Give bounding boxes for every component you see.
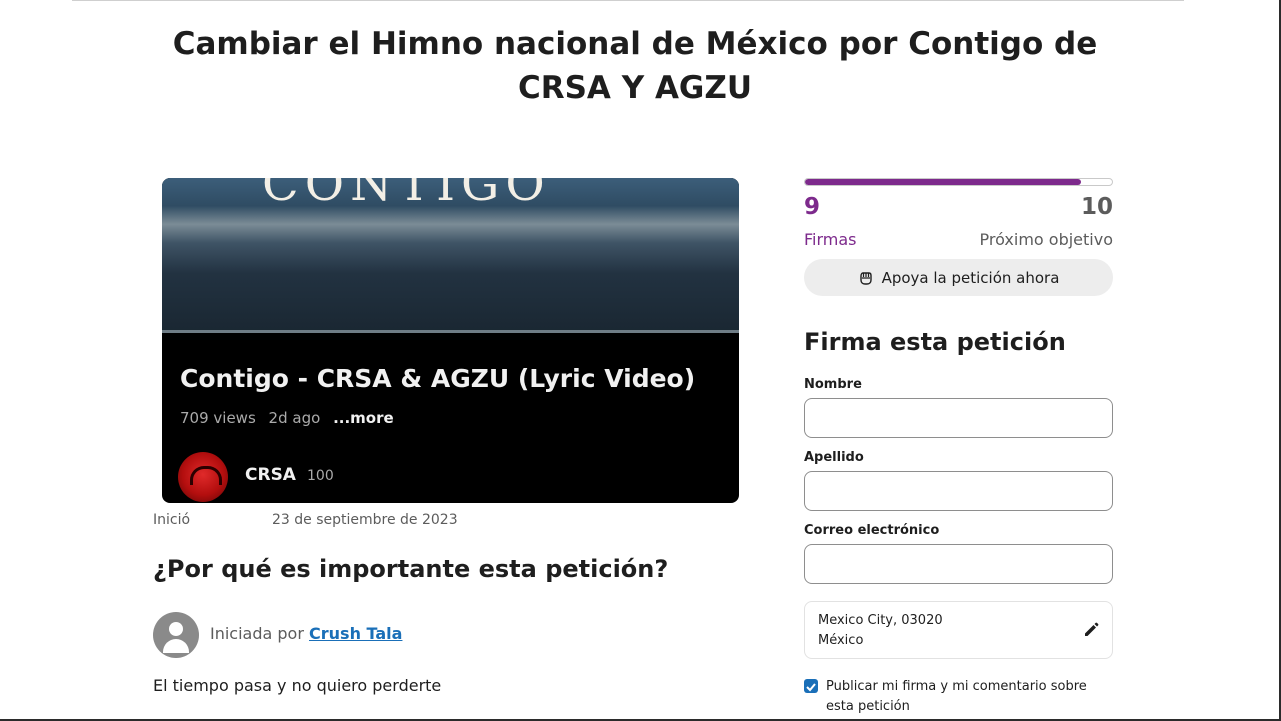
first-name-field[interactable] bbox=[804, 398, 1113, 438]
petition-title: Cambiar el Himno nacional de México por … bbox=[172, 26, 1098, 106]
fist-icon bbox=[859, 271, 872, 285]
check-icon bbox=[806, 683, 816, 692]
goal-count: 10 bbox=[1080, 194, 1113, 220]
first-name-label: Nombre bbox=[804, 377, 862, 392]
sign-heading: Firma esta petición bbox=[804, 328, 1066, 356]
video-age: 2d ago bbox=[268, 409, 321, 427]
video-meta: 709 views 2d ago ...more bbox=[180, 409, 402, 427]
channel-count: 100 bbox=[307, 468, 334, 484]
signature-progress-bar bbox=[804, 178, 1113, 186]
video-title[interactable]: Contigo - CRSA & AGZU (Lyric Video) bbox=[180, 364, 695, 393]
started-date: 23 de septiembre de 2023 bbox=[272, 512, 458, 528]
publish-checkbox[interactable] bbox=[804, 679, 818, 693]
last-name-field[interactable] bbox=[804, 471, 1113, 511]
signature-count: 9 bbox=[804, 194, 821, 220]
video-more-link[interactable]: ...more bbox=[333, 409, 394, 427]
started-label: Inició bbox=[153, 512, 191, 528]
location-city: Mexico City, 03020 bbox=[818, 613, 943, 628]
author-prefix: Iniciada por bbox=[210, 624, 304, 643]
author-line: Iniciada por Crush Tala bbox=[210, 624, 402, 643]
email-field[interactable] bbox=[804, 544, 1113, 584]
publish-label: Publicar mi firma y mi comentario sobre … bbox=[826, 679, 1087, 714]
last-name-label: Apellido bbox=[804, 450, 864, 465]
video-thumbnail[interactable]: CONTIGO bbox=[162, 178, 739, 332]
signature-count-label: Firmas bbox=[804, 230, 857, 249]
channel-name[interactable]: CRSA bbox=[245, 465, 296, 485]
author-avatar-icon bbox=[153, 612, 199, 658]
email-label: Correo electrónico bbox=[804, 523, 940, 538]
edit-pencil-icon[interactable] bbox=[1082, 621, 1100, 639]
video-progress-line bbox=[162, 330, 739, 333]
video-views: 709 views bbox=[180, 409, 256, 427]
location-country: México bbox=[818, 633, 864, 648]
progress-fill bbox=[805, 179, 1082, 185]
goal-label: Próximo objetivo bbox=[979, 230, 1113, 249]
author-link[interactable]: Crush Tala bbox=[309, 624, 402, 643]
thumbnail-text: CONTIGO bbox=[262, 178, 551, 212]
petition-body: El tiempo pasa y no quiero perderte bbox=[153, 676, 442, 695]
location-box[interactable]: Mexico City, 03020 México bbox=[804, 601, 1113, 659]
video-embed[interactable]: CONTIGO Contigo - CRSA & AGZU (Lyric Vid… bbox=[162, 178, 739, 503]
support-button-label: Apoya la petición ahora bbox=[881, 268, 1060, 287]
channel-avatar[interactable] bbox=[178, 452, 228, 502]
why-heading: ¿Por qué es importante esta petición? bbox=[153, 555, 669, 583]
support-petition-button[interactable]: Apoya la petición ahora bbox=[804, 259, 1113, 296]
top-divider bbox=[72, 0, 1184, 1]
